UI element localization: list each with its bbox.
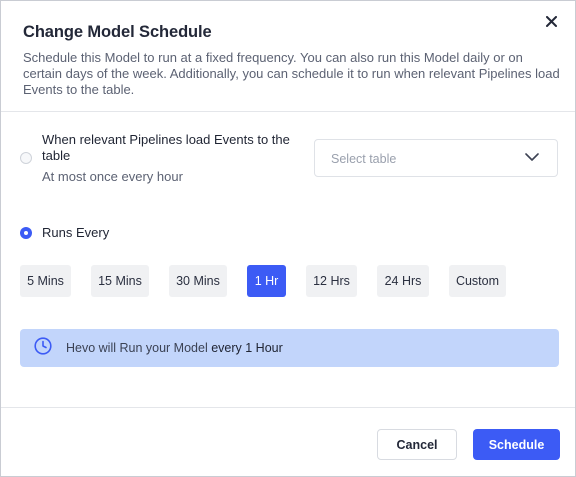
footer-divider <box>1 407 575 408</box>
close-icon <box>545 15 557 27</box>
schedule-info-highlight: every 1 Hour <box>211 341 283 355</box>
freq-24-hrs-button[interactable]: 24 Hrs <box>377 265 429 297</box>
table-select[interactable]: Select table <box>314 139 558 177</box>
runs-every-label[interactable]: Runs Every <box>42 225 109 240</box>
freq-12-hrs-button[interactable]: 12 Hrs <box>306 265 357 297</box>
freq-1-hr-button[interactable]: 1 Hr <box>247 265 286 297</box>
schedule-info-text: Hevo will Run your Model every 1 Hour <box>66 341 283 355</box>
table-select-placeholder: Select table <box>331 152 397 166</box>
dialog-title: Change Model Schedule <box>23 23 212 41</box>
schedule-info-prefix: Hevo will Run your Model <box>66 341 212 355</box>
change-model-schedule-dialog: Change Model Schedule Schedule this Mode… <box>0 0 576 477</box>
header-divider <box>1 111 575 112</box>
close-button[interactable] <box>541 11 561 31</box>
freq-custom-button[interactable]: Custom <box>449 265 506 297</box>
schedule-button[interactable]: Schedule <box>473 429 560 460</box>
pipelines-option-label[interactable]: When relevant Pipelines load Events to t… <box>42 132 292 164</box>
dialog-header: Change Model Schedule Schedule this Mode… <box>23 23 560 98</box>
schedule-info-banner: Hevo will Run your Model every 1 Hour <box>20 329 559 367</box>
freq-5-mins-button[interactable]: 5 Mins <box>20 265 71 297</box>
pipelines-option-sublabel: At most once every hour <box>42 169 183 184</box>
dialog-subtitle: Schedule this Model to run at a fixed fr… <box>23 50 560 97</box>
chevron-down-icon <box>525 153 539 161</box>
freq-15-mins-button[interactable]: 15 Mins <box>91 265 149 297</box>
pipelines-radio[interactable] <box>20 152 32 164</box>
freq-30-mins-button[interactable]: 30 Mins <box>169 265 227 297</box>
clock-icon <box>34 337 52 355</box>
runs-every-radio[interactable] <box>20 227 32 239</box>
cancel-button[interactable]: Cancel <box>377 429 457 460</box>
